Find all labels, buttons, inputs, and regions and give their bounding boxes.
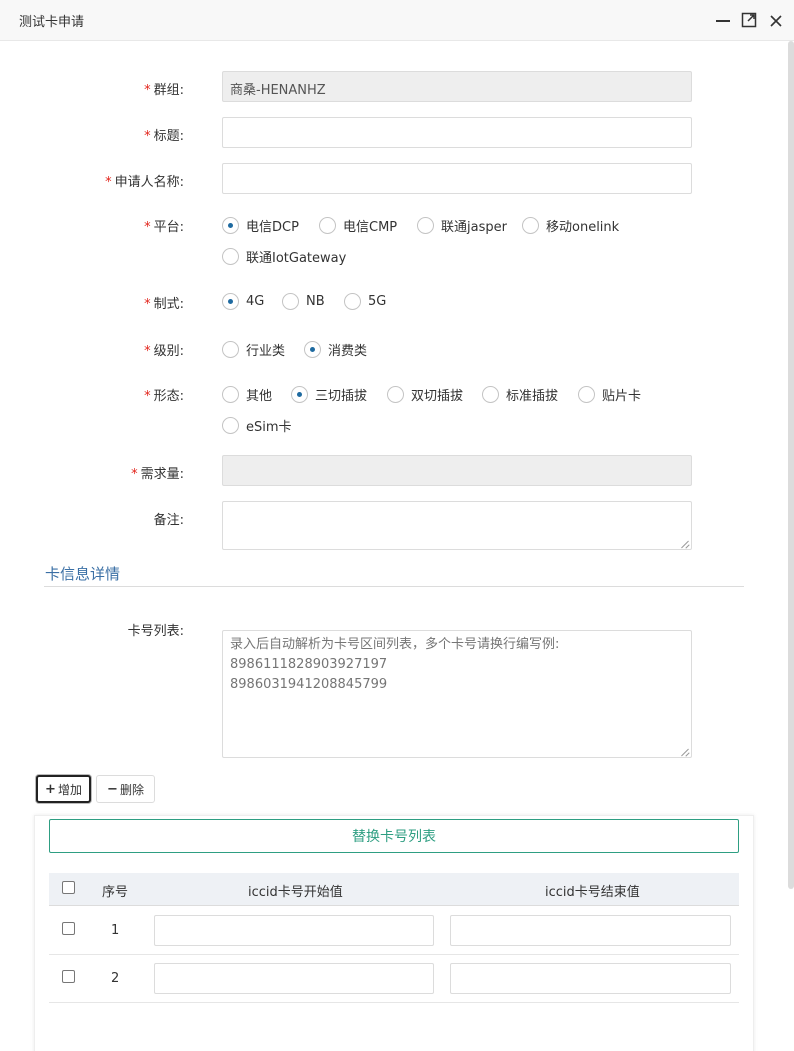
group-field: 商桑-HENANHZ: [222, 71, 692, 102]
group-label: * 群组:: [144, 83, 184, 98]
radio-icon[interactable]: [282, 293, 299, 310]
form-factor-option-standard[interactable]: 标准插拔: [482, 385, 558, 404]
scrollbar[interactable]: [788, 41, 794, 889]
row-index: 2: [111, 971, 120, 986]
iccid-end-input[interactable]: [450, 963, 731, 994]
replace-card-list-button[interactable]: 替换卡号列表: [49, 819, 739, 853]
radio-selected-icon[interactable]: [222, 293, 239, 310]
radio-icon[interactable]: [222, 417, 239, 434]
form-factor-option-other[interactable]: 其他: [222, 385, 272, 404]
quantity-label: * 需求量:: [131, 467, 184, 482]
plus-icon: +: [45, 781, 56, 797]
applicant-input[interactable]: [222, 163, 692, 194]
radio-icon[interactable]: [222, 341, 239, 358]
platform-label: * 平台:: [144, 220, 184, 235]
iccid-start-input[interactable]: [154, 915, 434, 946]
table-header: 序号 iccid卡号开始值 iccid卡号结束值: [49, 873, 739, 906]
row-index: 1: [111, 923, 120, 938]
quantity-field: [222, 455, 692, 486]
minus-icon: −: [107, 781, 118, 797]
radio-icon[interactable]: [222, 248, 239, 265]
radio-icon[interactable]: [482, 386, 499, 403]
title-input[interactable]: [222, 117, 692, 148]
radio-selected-icon[interactable]: [291, 386, 308, 403]
standard-option-nb[interactable]: NB: [282, 293, 325, 310]
platform-option-cmp[interactable]: 电信CMP: [319, 216, 397, 235]
header-end: iccid卡号结束值: [545, 885, 640, 900]
radio-icon[interactable]: [344, 293, 361, 310]
delete-button[interactable]: − 删除: [96, 775, 155, 803]
iccid-end-input[interactable]: [450, 915, 731, 946]
minimize-icon[interactable]: [714, 10, 732, 30]
section-title: 卡信息详情: [45, 565, 121, 583]
form-factor-option-esim[interactable]: eSim卡: [222, 416, 292, 435]
platform-option-dcp[interactable]: 电信DCP: [222, 216, 299, 235]
level-label: * 级别:: [144, 344, 184, 359]
table-row: 2: [49, 955, 739, 1003]
card-list-textarea[interactable]: [222, 630, 692, 758]
level-option-consumer[interactable]: 消费类: [304, 340, 367, 359]
resize-handle-icon[interactable]: [681, 748, 689, 756]
table-row: 1: [49, 907, 739, 955]
form-factor-option-chip[interactable]: 贴片卡: [578, 385, 641, 404]
radio-icon[interactable]: [578, 386, 595, 403]
card-list-label: 卡号列表:: [127, 624, 184, 639]
radio-icon[interactable]: [319, 217, 336, 234]
header-index: 序号: [102, 885, 129, 900]
standard-option-4g[interactable]: 4G: [222, 293, 264, 310]
iccid-start-input[interactable]: [154, 963, 434, 994]
section-divider: [44, 586, 744, 587]
row-checkbox[interactable]: [62, 922, 75, 935]
row-checkbox[interactable]: [62, 970, 75, 983]
header-start: iccid卡号开始值: [248, 885, 343, 900]
radio-selected-icon[interactable]: [222, 217, 239, 234]
level-option-industry[interactable]: 行业类: [222, 340, 285, 359]
window-title: 测试卡申请: [19, 15, 85, 30]
radio-icon[interactable]: [522, 217, 539, 234]
maximize-icon[interactable]: [740, 10, 758, 30]
title-label: * 标题:: [144, 129, 184, 144]
platform-option-jasper[interactable]: 联通jasper: [417, 216, 507, 235]
standard-option-5g[interactable]: 5G: [344, 293, 386, 310]
standard-label: * 制式:: [144, 297, 184, 312]
radio-icon[interactable]: [417, 217, 434, 234]
radio-selected-icon[interactable]: [304, 341, 321, 358]
close-icon[interactable]: [767, 10, 785, 30]
platform-option-onelink[interactable]: 移动onelink: [522, 216, 619, 235]
window-titlebar: 测试卡申请: [0, 0, 794, 41]
form-factor-option-triple-cut[interactable]: 三切插拔: [291, 385, 367, 404]
form-factor-option-double-cut[interactable]: 双切插拔: [387, 385, 463, 404]
applicant-label: * 申请人名称:: [105, 175, 184, 190]
platform-option-iotgateway[interactable]: 联通IotGateway: [222, 247, 346, 266]
radio-icon[interactable]: [222, 386, 239, 403]
remark-label: 备注:: [153, 513, 184, 528]
form-factor-label: * 形态:: [144, 389, 184, 404]
resize-handle-icon[interactable]: [681, 540, 689, 548]
radio-icon[interactable]: [387, 386, 404, 403]
remark-textarea[interactable]: [222, 501, 692, 550]
select-all-checkbox[interactable]: [62, 881, 75, 894]
add-button[interactable]: + 增加: [36, 775, 91, 803]
